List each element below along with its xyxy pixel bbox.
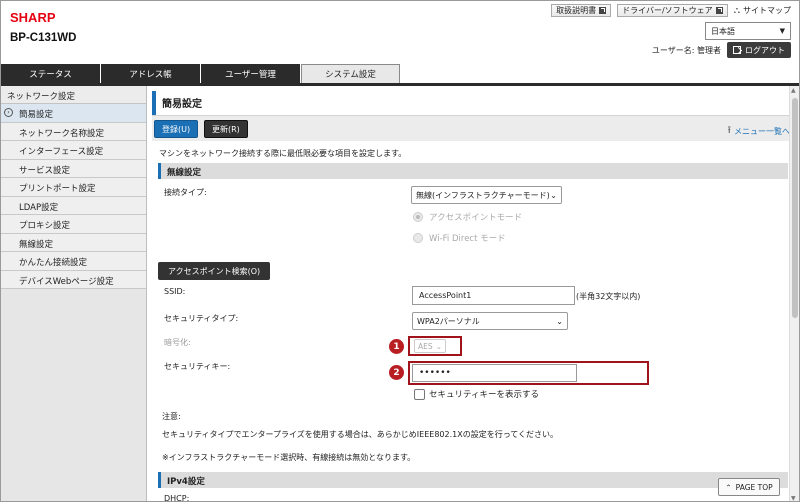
sidebar-item-device-web[interactable]: デバイスWebページ設定 <box>1 270 146 289</box>
sidebar-item-quick-setup[interactable]: › 簡易設定 <box>1 104 146 123</box>
tab-user-management[interactable]: ユーザー管理 <box>201 64 300 83</box>
sitemap-link[interactable]: ⛬ サイトマップ <box>734 5 791 16</box>
callout-1: 1 <box>389 339 404 354</box>
encryption-value: AES <box>418 341 433 351</box>
register-button[interactable]: 登録(U) <box>154 120 199 138</box>
menu-list-label: メニュー一覧へ <box>734 127 790 136</box>
security-type-value: WPA2パーソナル <box>417 316 480 326</box>
radio-wifi-direct-mode[interactable]: Wi-Fi Direct モード <box>413 232 506 244</box>
user-bar: ユーザー名: 管理者 ログアウト <box>652 42 791 58</box>
chevron-up-icon: ⌃ <box>725 482 732 492</box>
sidebar-item-easy-connect[interactable]: かんたん接続設定 <box>1 252 146 271</box>
checkbox-icon <box>414 388 425 400</box>
ssid-input[interactable]: AccessPoint1 <box>412 286 575 305</box>
security-type-label: セキュリティタイプ: <box>164 314 239 323</box>
security-key-input[interactable]: •••••• <box>412 364 577 382</box>
external-link-icon <box>599 7 607 14</box>
radio-icon <box>413 212 423 222</box>
access-point-search-button[interactable]: アクセスポイント検索(O) <box>158 262 271 280</box>
browser-frame: SHARP BP-C131WD 取扱説明書 ドライバー/ソフトウェア ⛬ サイトマ… <box>0 0 800 502</box>
scroll-down-icon[interactable]: ▼ <box>791 495 796 501</box>
sidebar-header[interactable]: ネットワーク設定 <box>1 86 146 104</box>
page-top-label: PAGE TOP <box>735 482 773 492</box>
connection-type-select[interactable]: 無線(インフラストラクチャーモード) ⌄ <box>411 186 562 204</box>
scroll-up-icon[interactable]: ▲ <box>791 87 796 94</box>
security-key-label: セキュリティキー: <box>164 362 231 371</box>
radio-icon <box>413 233 423 243</box>
language-value: 日本語 <box>711 26 735 36</box>
dhcp-label: DHCP: <box>164 494 190 502</box>
main-content: 簡易設定 登録(U) 更新(R) ⭱ メニュー一覧へ マシンをネットワーク接続する… <box>152 86 791 502</box>
driver-link-label: ドライバー/ソフトウェア <box>622 6 713 15</box>
sidebar-item-proxy[interactable]: プロキシ設定 <box>1 215 146 234</box>
radio-access-point-mode[interactable]: アクセスポイントモード <box>413 211 522 223</box>
driver-link[interactable]: ドライバー/ソフトウェア <box>617 4 728 17</box>
sidebar-item-network-name[interactable]: ネットワーク名称設定 <box>1 122 146 141</box>
menu-list-link[interactable]: ⭱ メニュー一覧へ <box>728 123 791 140</box>
logout-label: ログアウト <box>745 45 785 55</box>
sidebar-item-ldap[interactable]: LDAP設定 <box>1 196 146 215</box>
external-link-icon <box>715 7 723 14</box>
chevron-down-icon: ▼ <box>779 27 785 35</box>
connection-type-label: 接続タイプ: <box>164 188 207 197</box>
note-infrastructure: ※インフラストラクチャーモード選択時、有線接続は無効となります。 <box>162 453 416 462</box>
sidebar-item-label: 簡易設定 <box>19 110 54 120</box>
encryption-label: 暗号化: <box>164 338 191 347</box>
ssid-hint: (半角32文字以内) <box>576 292 641 301</box>
page-title: 簡易設定 <box>152 91 790 115</box>
encryption-select[interactable]: AES ⌄ <box>414 339 446 353</box>
sharp-logo: SHARP <box>10 10 56 25</box>
chevron-down-icon: ⌄ <box>435 341 442 351</box>
tab-system-settings[interactable]: システム設定 <box>301 64 400 83</box>
logout-button[interactable]: ログアウト <box>727 42 791 58</box>
chevron-down-icon: ⌄ <box>556 316 563 326</box>
callout-2: 2 <box>389 365 404 380</box>
arrow-up-icon: ⭱ <box>727 125 732 136</box>
page-top-button[interactable]: ⌃ PAGE TOP <box>718 478 780 496</box>
arrow-right-circle-icon: › <box>4 108 13 117</box>
refresh-button[interactable]: 更新(R) <box>204 120 248 138</box>
radio-label: アクセスポイントモード <box>429 213 523 223</box>
manual-link[interactable]: 取扱説明書 <box>551 4 612 17</box>
vertical-scrollbar[interactable]: ▲ ▼ <box>789 86 799 501</box>
language-select[interactable]: 日本語 ▼ <box>705 22 791 40</box>
section-wireless: 無線設定 <box>158 163 788 179</box>
note-title: 注意: <box>162 412 181 421</box>
tab-address-book[interactable]: アドレス帳 <box>101 64 200 83</box>
radio-label: Wi-Fi Direct モード <box>429 234 506 244</box>
manual-link-label: 取扱説明書 <box>556 6 597 15</box>
scrollbar-thumb[interactable] <box>792 98 798 318</box>
show-key-label: セキュリティキーを表示する <box>429 390 539 400</box>
chevron-down-icon: ⌄ <box>550 190 557 200</box>
ssid-label: SSID: <box>164 287 186 296</box>
main-tabs: ステータス アドレス帳 ユーザー管理 システム設定 <box>1 64 799 86</box>
sidebar-item-wireless[interactable]: 無線設定 <box>1 233 146 252</box>
tab-filler <box>401 64 799 83</box>
show-key-checkbox[interactable]: セキュリティキーを表示する <box>414 388 539 400</box>
section-ipv4: IPv4設定 <box>158 472 788 488</box>
sitemap-label: サイトマップ <box>743 6 791 15</box>
model-name: BP-C131WD <box>10 32 77 44</box>
sidebar-item-services[interactable]: サービス設定 <box>1 159 146 178</box>
tab-status[interactable]: ステータス <box>1 64 100 83</box>
note-body: セキュリティタイプでエンタープライズを使用する場合は、あらかじめIEEE802.… <box>162 430 559 439</box>
security-type-select[interactable]: WPA2パーソナル ⌄ <box>412 312 568 330</box>
sitemap-icon: ⛬ <box>733 5 740 16</box>
sidebar-item-interface[interactable]: インターフェース設定 <box>1 141 146 160</box>
logout-icon <box>733 46 741 54</box>
sidebar: ネットワーク設定 › 簡易設定 ネットワーク名称設定 インターフェース設定 サービ… <box>1 86 147 501</box>
top-links: 取扱説明書 ドライバー/ソフトウェア ⛬ サイトマップ <box>551 4 791 17</box>
username-label: ユーザー名: 管理者 <box>651 45 721 55</box>
page-description: マシンをネットワーク接続する際に最低限必要な項目を設定します。 <box>159 149 407 158</box>
sidebar-item-print-port[interactable]: プリントポート設定 <box>1 178 146 197</box>
connection-type-value: 無線(インフラストラクチャーモード) <box>416 190 550 200</box>
